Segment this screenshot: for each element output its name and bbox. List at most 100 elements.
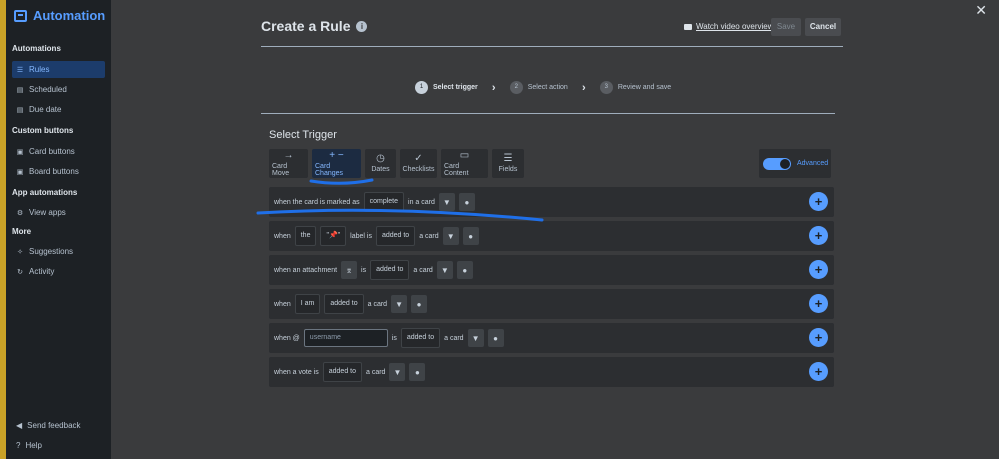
tab-checklists[interactable]: ✓ Checklists bbox=[400, 149, 437, 178]
tab-card-move[interactable]: → Card Move bbox=[269, 149, 308, 178]
tab-card-changes[interactable]: + − Card Changes bbox=[312, 149, 361, 178]
automation-icon bbox=[14, 9, 27, 22]
sidebar-item-label: Card buttons bbox=[29, 147, 75, 156]
divider bbox=[261, 46, 843, 47]
tab-card-content[interactable]: ▭ Card Content bbox=[441, 149, 488, 178]
person-icon[interactable]: ● bbox=[487, 329, 504, 347]
member-dropdown[interactable]: I am bbox=[294, 294, 321, 314]
chevron-right-icon: › bbox=[491, 81, 496, 94]
step-number: 3 bbox=[599, 81, 613, 94]
section-app-automations: App automations bbox=[12, 188, 78, 197]
sidebar-title-label: Automation bbox=[33, 8, 106, 23]
help-link[interactable]: ? Help bbox=[12, 441, 42, 450]
tab-dates[interactable]: ◷ Dates bbox=[365, 149, 396, 178]
trigger-row-attachment: when an attachment ⌆ is added to a card … bbox=[269, 255, 834, 285]
toggle-switch[interactable] bbox=[763, 157, 791, 170]
gear-icon: ⚙ bbox=[16, 209, 24, 217]
trigger-row-label: when the "📌" label is added to a card ▼ … bbox=[269, 221, 834, 251]
row-text: a card bbox=[413, 266, 433, 274]
list-icon: ☰ bbox=[503, 153, 513, 164]
label-select[interactable]: "📌" bbox=[320, 226, 347, 246]
advanced-toggle[interactable]: Advanced bbox=[759, 149, 831, 178]
tab-fields[interactable]: ☰ Fields bbox=[492, 149, 524, 178]
sidebar-item-suggestions[interactable]: ✧ Suggestions bbox=[12, 243, 105, 260]
filter-icon[interactable]: ▼ bbox=[442, 227, 459, 245]
attachment-type-icon[interactable]: ⌆ bbox=[341, 261, 358, 279]
add-trigger-button[interactable]: + bbox=[809, 328, 828, 347]
filter-icon[interactable]: ▼ bbox=[438, 193, 455, 211]
row-text: label is bbox=[350, 232, 372, 240]
filter-icon[interactable]: ▼ bbox=[391, 295, 408, 313]
send-feedback-link[interactable]: ◀ Send feedback bbox=[12, 421, 81, 430]
person-icon[interactable]: ● bbox=[462, 227, 479, 245]
add-trigger-button[interactable]: + bbox=[809, 226, 828, 245]
action-dropdown[interactable]: added to bbox=[324, 294, 364, 314]
filter-icon[interactable]: ▼ bbox=[389, 363, 406, 381]
add-trigger-button[interactable]: + bbox=[809, 192, 828, 211]
sidebar-item-label: Board buttons bbox=[29, 167, 79, 176]
step-label: Select action bbox=[527, 84, 568, 91]
sidebar-item-board-buttons[interactable]: ▣ Board buttons bbox=[12, 163, 105, 180]
tab-label: Fields bbox=[498, 166, 518, 173]
sidebar-item-view-apps[interactable]: ⚙ View apps bbox=[12, 204, 105, 221]
sidebar-item-activity[interactable]: ↻ Activity bbox=[12, 263, 105, 280]
board-icon: ▣ bbox=[16, 168, 24, 176]
watch-video-link[interactable]: Watch video overview bbox=[684, 22, 774, 31]
card-icon: ▣ bbox=[16, 148, 24, 156]
filter-icon[interactable]: ▼ bbox=[467, 329, 484, 347]
action-dropdown[interactable]: added to bbox=[370, 260, 410, 280]
person-icon[interactable]: ● bbox=[456, 261, 473, 279]
row-text: a card bbox=[367, 300, 388, 308]
section-automations: Automations bbox=[12, 44, 61, 53]
megaphone-icon: ◀ bbox=[16, 421, 23, 430]
action-dropdown[interactable]: added to bbox=[400, 328, 441, 348]
row-text: when an attachment bbox=[274, 266, 338, 274]
sidebar-item-card-buttons[interactable]: ▣ Card buttons bbox=[12, 143, 105, 160]
step-select-action: 2 Select action bbox=[509, 81, 568, 94]
trigger-tabs: → Card Move + − Card Changes ◷ Dates ✓ C… bbox=[269, 149, 524, 178]
sliders-icon: ☰ bbox=[16, 66, 24, 74]
row-text: when bbox=[274, 300, 291, 308]
refresh-icon: ↻ bbox=[17, 268, 23, 276]
row-text: when the card is marked as bbox=[274, 198, 360, 206]
action-dropdown[interactable]: added to bbox=[322, 362, 362, 382]
add-trigger-button[interactable]: + bbox=[809, 260, 828, 279]
page-title-text: Create a Rule bbox=[261, 18, 351, 34]
cancel-button[interactable]: Cancel bbox=[805, 18, 841, 36]
status-dropdown[interactable]: complete bbox=[363, 192, 405, 212]
username-input[interactable]: username bbox=[303, 329, 388, 347]
tab-label: Card Changes bbox=[315, 162, 344, 177]
row-text: when a vote is bbox=[274, 368, 319, 376]
section-heading: Select Trigger bbox=[269, 129, 337, 141]
person-icon[interactable]: ● bbox=[458, 193, 475, 211]
trigger-row-marked-complete: when the card is marked as complete in a… bbox=[269, 187, 834, 217]
add-trigger-button[interactable]: + bbox=[809, 294, 828, 313]
comment-icon: ▭ bbox=[459, 149, 470, 161]
sidebar-item-due-date[interactable]: ▤ Due date bbox=[12, 101, 105, 118]
section-custom-buttons: Custom buttons bbox=[12, 126, 74, 135]
action-dropdown[interactable]: added to bbox=[375, 226, 416, 246]
section-more: More bbox=[12, 227, 32, 236]
info-icon[interactable]: i bbox=[356, 20, 368, 32]
calendar-icon: ▤ bbox=[16, 86, 24, 94]
checkmark-icon: ✓ bbox=[414, 153, 423, 164]
sidebar-item-label: View apps bbox=[29, 208, 66, 217]
row-text: in a card bbox=[408, 198, 435, 206]
sidebar-title[interactable]: Automation bbox=[14, 8, 105, 23]
close-icon[interactable]: ✕ bbox=[975, 2, 987, 19]
person-icon[interactable]: ● bbox=[411, 295, 428, 313]
label-scope-dropdown[interactable]: the bbox=[294, 226, 317, 246]
plus-minus-icon: + − bbox=[329, 149, 344, 161]
sidebar-item-scheduled[interactable]: ▤ Scheduled bbox=[12, 81, 105, 98]
row-text: a card bbox=[444, 334, 464, 342]
add-trigger-button[interactable]: + bbox=[809, 362, 828, 381]
trigger-row-username: when @ username is added to a card ▼ ● + bbox=[269, 323, 834, 353]
person-icon[interactable]: ● bbox=[409, 363, 426, 381]
tab-label: Card Content bbox=[444, 162, 469, 177]
sidebar-item-label: Suggestions bbox=[29, 247, 74, 256]
step-review-save: 3 Review and save bbox=[599, 81, 671, 94]
filter-icon[interactable]: ▼ bbox=[436, 261, 453, 279]
sidebar-item-rules[interactable]: ☰ Rules bbox=[12, 61, 105, 78]
help-icon: ? bbox=[16, 441, 21, 450]
save-button[interactable]: Save bbox=[771, 18, 801, 36]
